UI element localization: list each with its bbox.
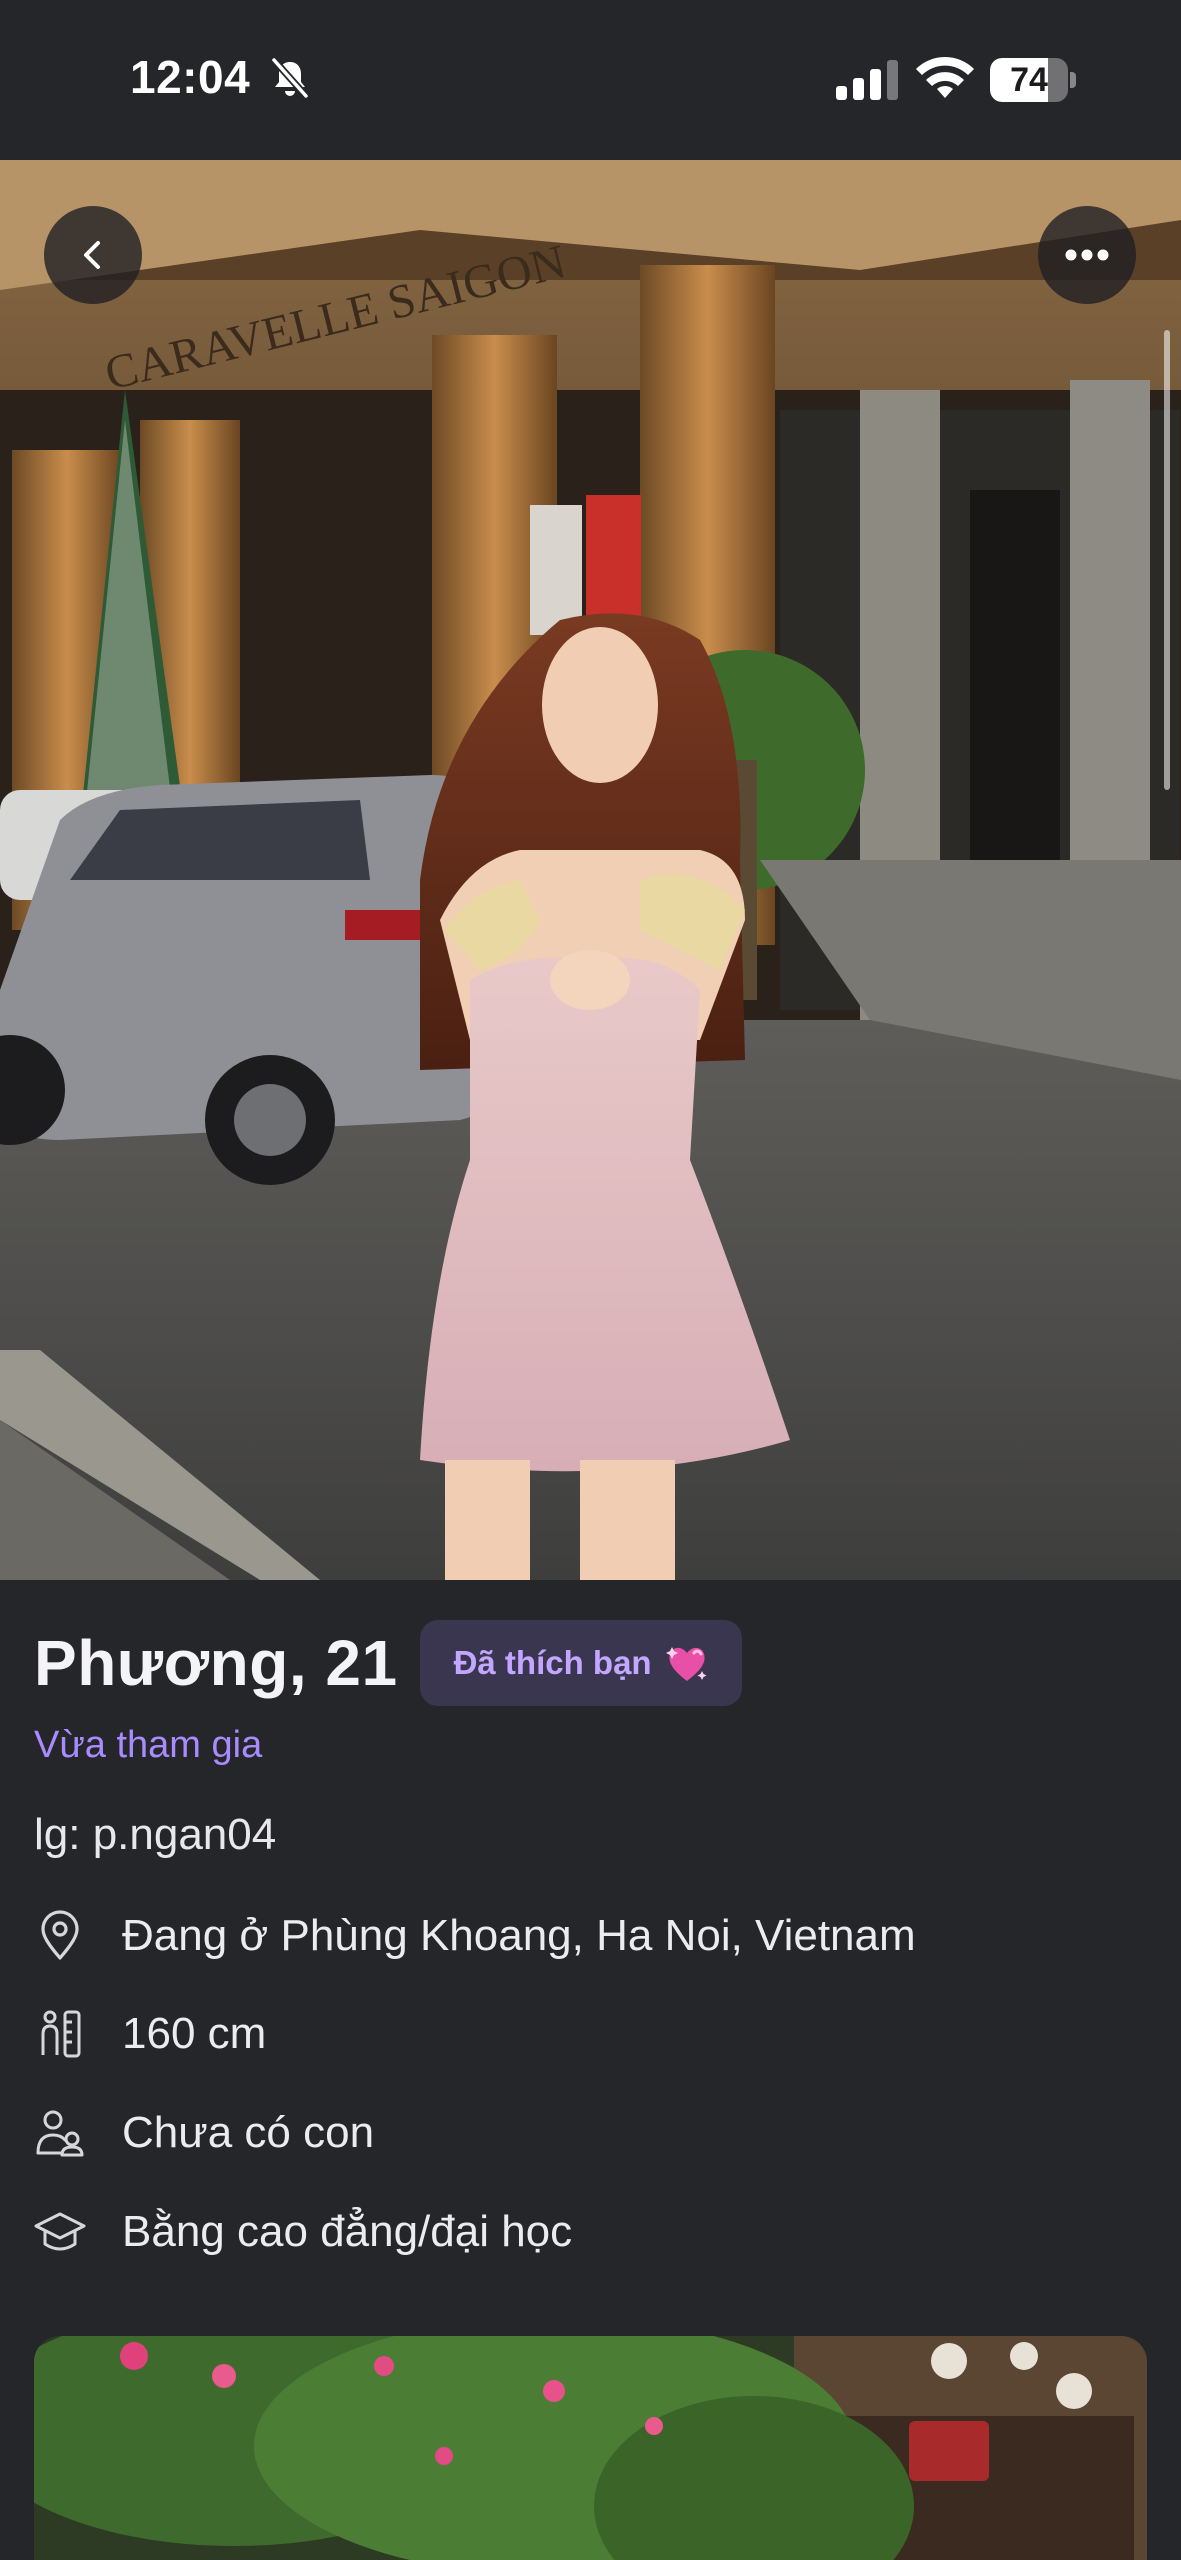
scroll-indicator[interactable] — [1164, 330, 1170, 790]
detail-height: 160 cm — [34, 2004, 266, 2064]
battery-level: 74 — [1010, 61, 1048, 99]
chevron-left-icon — [84, 241, 100, 269]
status-bar: 12:04 74 — [0, 0, 1181, 160]
liked-you-badge: Đã thích bạn — [419, 1620, 742, 1706]
cellular-signal-icon — [836, 60, 898, 100]
bell-slash-icon — [271, 57, 309, 99]
detail-height-text: 160 cm — [122, 2009, 267, 2058]
liked-you-label: Đã thích bạn — [453, 1644, 652, 1681]
height-icon — [41, 2010, 81, 2058]
graduation-cap-icon — [34, 2212, 86, 2251]
detail-education: Bằng cao đẳng/đại học — [34, 2202, 572, 2262]
profile-photo-2-image — [34, 2336, 1147, 2560]
detail-location: Đang ở Phùng Khoang, Ha Noi, Vietnam — [34, 1906, 916, 1966]
wifi-icon — [916, 56, 974, 98]
children-icon — [36, 2110, 84, 2157]
profile-header: Phương, 21 Đã thích bạn — [34, 1618, 742, 1708]
status-time: 12:04 — [130, 51, 251, 103]
detail-children-text: Chưa có con — [122, 2108, 375, 2157]
location-pin-icon — [41, 1910, 79, 1960]
profile-photo-image: CARAVELLE SAIGON — [0, 160, 1181, 1580]
detail-children: Chưa có con — [34, 2103, 374, 2163]
sparkling-heart-icon — [665, 1647, 707, 1681]
battery-icon: 74 — [990, 58, 1068, 102]
profile-name-age: Phương, 21 — [34, 1627, 398, 1699]
instagram-handle: lg: p.ngan04 — [34, 1810, 277, 1859]
battery-tip — [1070, 72, 1076, 88]
ellipsis-icon — [1065, 249, 1109, 261]
join-status: Vừa tham gia — [34, 1724, 263, 1766]
profile-photo[interactable]: CARAVELLE SAIGON — [0, 160, 1181, 1580]
back-button[interactable] — [44, 206, 142, 304]
battery-indicator: 74 — [990, 58, 1076, 102]
profile-photo-2[interactable] — [34, 2336, 1147, 2560]
detail-location-text: Đang ở Phùng Khoang, Ha Noi, Vietnam — [122, 1911, 916, 1960]
more-options-button[interactable] — [1038, 206, 1136, 304]
detail-education-text: Bằng cao đẳng/đại học — [122, 2207, 573, 2256]
